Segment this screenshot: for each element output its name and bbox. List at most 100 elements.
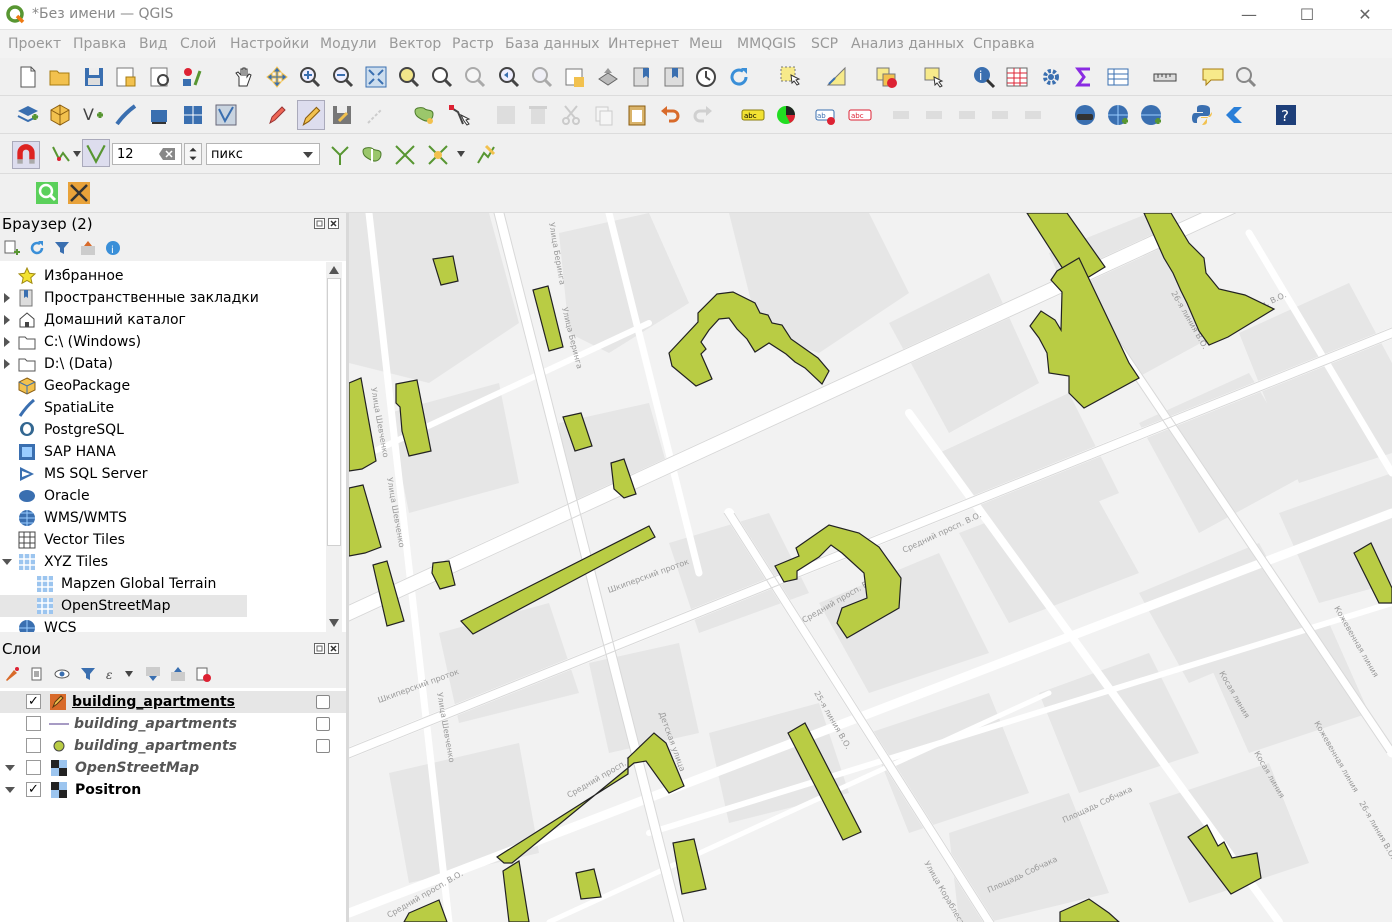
select-by-location-icon[interactable] <box>922 65 946 89</box>
new-geopackage-layer-icon[interactable] <box>48 103 72 127</box>
change-label-icon[interactable] <box>990 103 1014 127</box>
menu-mmqgis[interactable]: MMQGIS <box>737 36 796 52</box>
temporal-controller-icon[interactable] <box>694 65 718 89</box>
toggle-label-display-icon[interactable]: abc <box>848 103 872 127</box>
new-spatialite-layer-icon[interactable] <box>114 103 138 127</box>
zoom-native-resolution-icon[interactable] <box>463 65 487 89</box>
paste-features-icon[interactable] <box>625 103 649 127</box>
zoom-last-icon[interactable] <box>497 65 521 89</box>
building-polygon[interactable] <box>672 838 707 895</box>
filter-legend-icon[interactable] <box>80 666 96 682</box>
move-label-icon[interactable] <box>924 103 948 127</box>
self-snapping-icon[interactable] <box>426 143 450 167</box>
identify-features-icon[interactable]: i <box>972 65 996 89</box>
browser-item-postgresql[interactable]: PostgreSQL <box>0 419 324 441</box>
spinbox-arrows-icon[interactable] <box>184 143 202 165</box>
diagram-options-icon[interactable] <box>774 103 798 127</box>
digitize-point-icon[interactable] <box>364 103 388 127</box>
vertex-tool-icon[interactable] <box>447 103 471 127</box>
layer-visibility-checkbox[interactable]: ✓ <box>26 694 41 709</box>
chevron-down-icon[interactable] <box>5 785 15 795</box>
close-button[interactable]: ✕ <box>1353 4 1377 26</box>
processing-toolbox-icon[interactable] <box>1039 65 1063 89</box>
plugin-car-globe-icon[interactable] <box>1073 103 1097 127</box>
snapping-vertex-icon[interactable] <box>82 139 110 167</box>
open-table-icon[interactable] <box>1106 65 1130 89</box>
save-project-icon[interactable] <box>82 65 106 89</box>
zoom-to-selection-icon[interactable] <box>397 65 421 89</box>
select-features-icon[interactable] <box>779 65 803 89</box>
new-spatial-bookmark-icon[interactable] <box>630 65 654 89</box>
menu-scp[interactable]: SCP <box>811 36 838 52</box>
scroll-up-icon[interactable] <box>329 266 339 274</box>
chevron-right-icon[interactable] <box>2 292 12 304</box>
modify-attributes-icon[interactable] <box>494 103 518 127</box>
filter-browser-icon[interactable] <box>54 240 70 256</box>
layer-visibility-checkbox[interactable] <box>26 716 41 731</box>
attribute-table-icon[interactable] <box>1005 65 1029 89</box>
add-selected-layers-icon[interactable] <box>4 240 20 256</box>
topological-editing-icon[interactable] <box>328 143 352 167</box>
help-contents-icon[interactable]: ? <box>1274 103 1298 127</box>
browser-item-openstreetmap[interactable]: OpenStreetMap <box>0 595 247 617</box>
avoid-overlap-icon[interactable] <box>360 143 384 167</box>
map-svg[interactable]: Улица Беринга Улица Беринга Улица Шевчен… <box>349 213 1392 922</box>
open-styling-panel-icon[interactable] <box>4 666 20 682</box>
browser-item-geopackage[interactable]: GeoPackage <box>0 375 324 397</box>
snapping-units-select[interactable]: пикс <box>206 143 320 165</box>
chevron-right-icon[interactable] <box>2 314 12 326</box>
browser-item-home[interactable]: Домашний каталог <box>0 309 324 331</box>
chevron-down-icon[interactable] <box>73 151 81 157</box>
layer-row-openstreetmap[interactable]: OpenStreetMap <box>0 757 346 779</box>
layer-row-building-line[interactable]: building_apartments <box>0 713 346 735</box>
toggle-editing-icon[interactable] <box>297 100 325 130</box>
map-canvas[interactable]: Улица Беринга Улица Беринга Улица Шевчен… <box>349 213 1392 922</box>
select-by-value-icon[interactable] <box>825 65 849 89</box>
menu-view[interactable]: Вид <box>139 36 167 52</box>
collapse-all-icon[interactable] <box>80 240 96 256</box>
browser-item-wcs[interactable]: WCS <box>0 617 324 632</box>
float-panel-icon[interactable] <box>314 643 325 654</box>
scp-zoom-icon[interactable] <box>35 181 59 205</box>
building-polygon[interactable] <box>502 860 530 922</box>
label-toolbar-icon[interactable]: abc <box>741 103 765 127</box>
menu-raster[interactable]: Растр <box>452 36 494 52</box>
layer-indicator-icon[interactable] <box>316 739 330 753</box>
menu-web[interactable]: Интернет <box>608 36 679 52</box>
properties-info-icon[interactable]: i <box>105 240 121 256</box>
chevron-down-icon[interactable] <box>457 151 465 157</box>
minimize-button[interactable]: — <box>1237 4 1261 26</box>
rotate-label-icon[interactable] <box>957 103 981 127</box>
zoom-in-icon[interactable] <box>298 65 322 89</box>
new-virtual-layer-icon[interactable]: V <box>82 103 106 127</box>
map-tips-icon[interactable] <box>1201 65 1225 89</box>
browser-item-mapzen-terrain[interactable]: Mapzen Global Terrain <box>0 573 324 595</box>
browser-scrollbar-thumb[interactable] <box>327 278 341 546</box>
layer-row-building-polygon[interactable]: ✓ building_apartments <box>0 691 346 713</box>
snapping-mode-icon[interactable] <box>50 142 74 166</box>
layer-indicator-icon[interactable] <box>316 695 330 709</box>
menu-data-analysis[interactable]: Анализ данных <box>851 36 964 52</box>
layout-manager-icon[interactable] <box>148 65 172 89</box>
snap-on-intersection-icon[interactable] <box>393 143 417 167</box>
browser-item-oracle[interactable]: Oracle <box>0 485 324 507</box>
browser-item-drive-c[interactable]: C:\ (Windows) <box>0 331 324 353</box>
statistics-sigma-icon[interactable] <box>1072 65 1096 89</box>
chevron-right-icon[interactable] <box>2 358 12 370</box>
chevron-down-icon[interactable] <box>5 763 15 773</box>
show-hide-labels-icon[interactable] <box>1023 103 1047 127</box>
browser-item-vector-tiles[interactable]: Vector Tiles <box>0 529 324 551</box>
deselect-features-icon[interactable] <box>874 65 898 89</box>
menu-project[interactable]: Проект <box>8 36 61 52</box>
redo-icon[interactable] <box>691 103 715 127</box>
new-print-layout-icon[interactable] <box>114 65 138 89</box>
zoom-out-icon[interactable] <box>331 65 355 89</box>
new-project-icon[interactable] <box>16 65 40 89</box>
maximize-button[interactable]: ☐ <box>1295 4 1319 26</box>
pan-map-icon[interactable] <box>232 65 256 89</box>
copy-features-icon[interactable] <box>592 103 616 127</box>
delete-selected-icon[interactable] <box>526 103 550 127</box>
pan-to-selection-icon[interactable] <box>265 65 289 89</box>
close-panel-icon[interactable] <box>328 218 339 229</box>
menu-settings[interactable]: Настройки <box>230 36 309 52</box>
